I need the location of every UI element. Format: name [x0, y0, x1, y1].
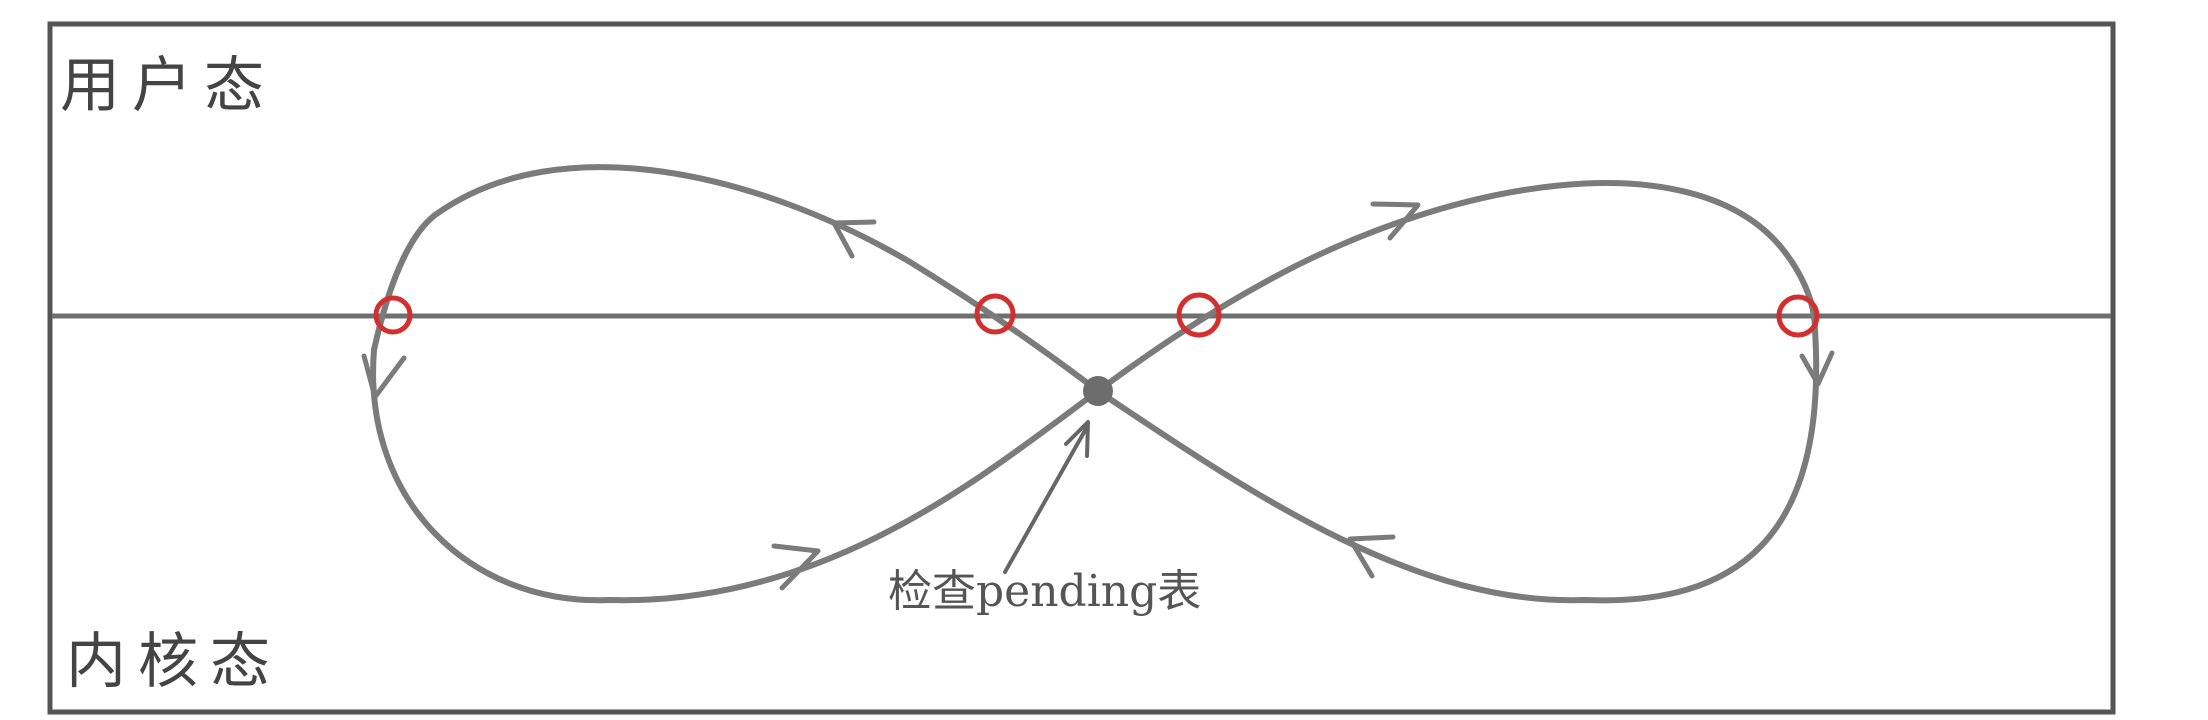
kernel-mode-label: 内核态 [66, 627, 282, 697]
arrowhead-icon [361, 353, 407, 400]
right-loop-upper-arc [1095, 180, 1818, 394]
left-loop-lower-arc [370, 347, 1101, 604]
arrowhead-icon [1064, 420, 1090, 458]
left-loop-upper-arc [371, 164, 1101, 394]
signal-handling-diagram: 用户态 内核态 检查pending表 [47, 21, 2116, 715]
user-mode-label: 用户态 [60, 51, 276, 121]
right-loop-lower-arc [1095, 327, 1820, 604]
dot-icon [1083, 376, 1113, 406]
pending-check-label: 检查pending表 [888, 566, 1201, 617]
